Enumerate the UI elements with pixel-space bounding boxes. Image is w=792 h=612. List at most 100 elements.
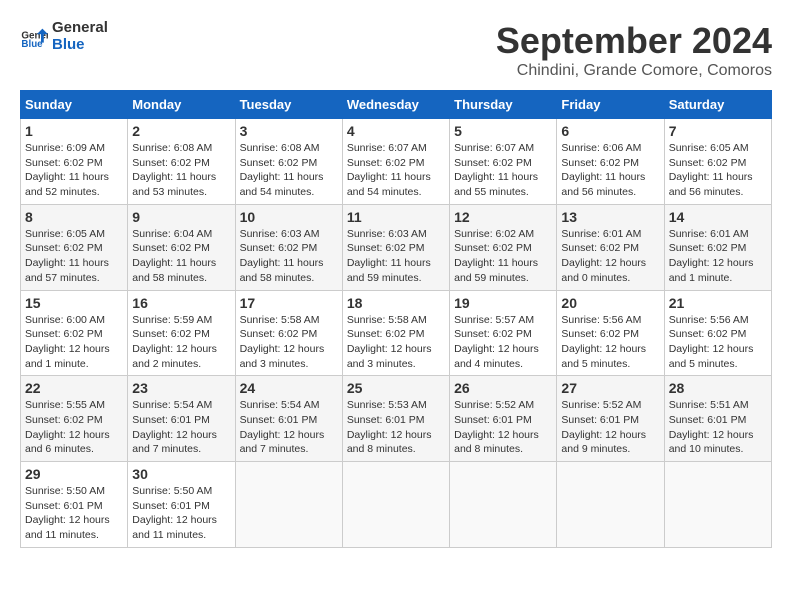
calendar-day-cell [557, 462, 664, 548]
day-info: Sunrise: 6:03 AM Sunset: 6:02 PM Dayligh… [347, 227, 445, 286]
day-number: 7 [669, 123, 767, 139]
day-number: 12 [454, 209, 552, 225]
day-number: 2 [132, 123, 230, 139]
logo-icon: General Blue [20, 23, 48, 51]
logo-blue-text: Blue [52, 37, 108, 54]
day-info: Sunrise: 6:05 AM Sunset: 6:02 PM Dayligh… [25, 227, 123, 286]
calendar-day-cell: 22 Sunrise: 5:55 AM Sunset: 6:02 PM Dayli… [21, 376, 128, 462]
day-info: Sunrise: 5:52 AM Sunset: 6:01 PM Dayligh… [454, 398, 552, 457]
day-number: 24 [240, 380, 338, 396]
calendar-day-cell: 20Sunrise: 5:56 AM Sunset: 6:02 PM Dayli… [557, 290, 664, 376]
day-info: Sunrise: 6:07 AM Sunset: 6:02 PM Dayligh… [347, 141, 445, 200]
day-info: Sunrise: 6:03 AM Sunset: 6:02 PM Dayligh… [240, 227, 338, 286]
day-info: Sunrise: 6:09 AM Sunset: 6:02 PM Dayligh… [25, 141, 123, 200]
calendar-day-cell: 23 Sunrise: 5:54 AM Sunset: 6:01 PM Dayli… [128, 376, 235, 462]
day-info: Sunrise: 5:59 AM Sunset: 6:02 PM Dayligh… [132, 313, 230, 372]
calendar-day-cell: 16Sunrise: 5:59 AM Sunset: 6:02 PM Dayli… [128, 290, 235, 376]
calendar-day-cell: 5 Sunrise: 6:07 AM Sunset: 6:02 PM Daylig… [450, 119, 557, 205]
calendar-day-cell: 30Sunrise: 5:50 AM Sunset: 6:01 PM Dayli… [128, 462, 235, 548]
calendar-day-cell: 17Sunrise: 5:58 AM Sunset: 6:02 PM Dayli… [235, 290, 342, 376]
day-number: 1 [25, 123, 123, 139]
location-title: Chindini, Grande Comore, Comoros [496, 62, 772, 80]
day-info: Sunrise: 5:58 AM Sunset: 6:02 PM Dayligh… [347, 313, 445, 372]
day-info: Sunrise: 6:05 AM Sunset: 6:02 PM Dayligh… [669, 141, 767, 200]
day-info: Sunrise: 5:50 AM Sunset: 6:01 PM Dayligh… [25, 484, 123, 543]
day-info: Sunrise: 5:51 AM Sunset: 6:01 PM Dayligh… [669, 398, 767, 457]
day-number: 8 [25, 209, 123, 225]
calendar-day-cell: 8 Sunrise: 6:05 AM Sunset: 6:02 PM Daylig… [21, 204, 128, 290]
day-info: Sunrise: 5:57 AM Sunset: 6:02 PM Dayligh… [454, 313, 552, 372]
calendar-day-cell: 10 Sunrise: 6:03 AM Sunset: 6:02 PM Dayli… [235, 204, 342, 290]
logo: General Blue General Blue [20, 20, 108, 53]
day-info: Sunrise: 5:52 AM Sunset: 6:01 PM Dayligh… [561, 398, 659, 457]
day-info: Sunrise: 6:04 AM Sunset: 6:02 PM Dayligh… [132, 227, 230, 286]
calendar-table: SundayMondayTuesdayWednesdayThursdayFrid… [20, 90, 772, 548]
page-header: General Blue General Blue September 2024… [20, 20, 772, 80]
calendar-day-cell: 9 Sunrise: 6:04 AM Sunset: 6:02 PM Daylig… [128, 204, 235, 290]
day-info: Sunrise: 5:55 AM Sunset: 6:02 PM Dayligh… [25, 398, 123, 457]
day-info: Sunrise: 6:02 AM Sunset: 6:02 PM Dayligh… [454, 227, 552, 286]
day-info: Sunrise: 6:08 AM Sunset: 6:02 PM Dayligh… [132, 141, 230, 200]
calendar-day-cell: 27 Sunrise: 5:52 AM Sunset: 6:01 PM Dayli… [557, 376, 664, 462]
weekday-header-cell: Monday [128, 91, 235, 119]
day-number: 23 [132, 380, 230, 396]
calendar-week-row: 29 Sunrise: 5:50 AM Sunset: 6:01 PM Dayli… [21, 462, 772, 548]
calendar-week-row: 1 Sunrise: 6:09 AM Sunset: 6:02 PM Daylig… [21, 119, 772, 205]
calendar-week-row: 8 Sunrise: 6:05 AM Sunset: 6:02 PM Daylig… [21, 204, 772, 290]
day-number: 27 [561, 380, 659, 396]
calendar-day-cell: 6 Sunrise: 6:06 AM Sunset: 6:02 PM Daylig… [557, 119, 664, 205]
weekday-header-row: SundayMondayTuesdayWednesdayThursdayFrid… [21, 91, 772, 119]
day-number: 13 [561, 209, 659, 225]
day-info: Sunrise: 5:50 AM Sunset: 6:01 PM Dayligh… [132, 484, 230, 543]
calendar-day-cell: 15 Sunrise: 6:00 AM Sunset: 6:02 PM Dayli… [21, 290, 128, 376]
calendar-day-cell: 12 Sunrise: 6:02 AM Sunset: 6:02 PM Dayli… [450, 204, 557, 290]
calendar-day-cell: 3Sunrise: 6:08 AM Sunset: 6:02 PM Daylig… [235, 119, 342, 205]
calendar-day-cell: 29 Sunrise: 5:50 AM Sunset: 6:01 PM Dayli… [21, 462, 128, 548]
day-number: 26 [454, 380, 552, 396]
day-number: 15 [25, 295, 123, 311]
weekday-header-cell: Thursday [450, 91, 557, 119]
month-title: September 2024 [496, 20, 772, 62]
weekday-header-cell: Saturday [664, 91, 771, 119]
calendar-day-cell: 7 Sunrise: 6:05 AM Sunset: 6:02 PM Daylig… [664, 119, 771, 205]
logo-general-text: General [52, 20, 108, 37]
day-info: Sunrise: 5:56 AM Sunset: 6:02 PM Dayligh… [561, 313, 659, 372]
calendar-day-cell: 28 Sunrise: 5:51 AM Sunset: 6:01 PM Dayli… [664, 376, 771, 462]
day-number: 10 [240, 209, 338, 225]
calendar-day-cell: 2 Sunrise: 6:08 AM Sunset: 6:02 PM Daylig… [128, 119, 235, 205]
day-info: Sunrise: 6:07 AM Sunset: 6:02 PM Dayligh… [454, 141, 552, 200]
day-number: 11 [347, 209, 445, 225]
calendar-day-cell: 4Sunrise: 6:07 AM Sunset: 6:02 PM Daylig… [342, 119, 449, 205]
day-number: 9 [132, 209, 230, 225]
day-info: Sunrise: 5:54 AM Sunset: 6:01 PM Dayligh… [132, 398, 230, 457]
calendar-day-cell: 14Sunrise: 6:01 AM Sunset: 6:02 PM Dayli… [664, 204, 771, 290]
calendar-day-cell: 18 Sunrise: 5:58 AM Sunset: 6:02 PM Dayli… [342, 290, 449, 376]
day-number: 29 [25, 466, 123, 482]
day-number: 18 [347, 295, 445, 311]
day-number: 6 [561, 123, 659, 139]
day-info: Sunrise: 5:58 AM Sunset: 6:02 PM Dayligh… [240, 313, 338, 372]
calendar-day-cell: 25Sunrise: 5:53 AM Sunset: 6:01 PM Dayli… [342, 376, 449, 462]
calendar-week-row: 15 Sunrise: 6:00 AM Sunset: 6:02 PM Dayli… [21, 290, 772, 376]
svg-text:Blue: Blue [21, 38, 43, 49]
day-info: Sunrise: 6:01 AM Sunset: 6:02 PM Dayligh… [561, 227, 659, 286]
calendar-day-cell: 26 Sunrise: 5:52 AM Sunset: 6:01 PM Dayli… [450, 376, 557, 462]
calendar-day-cell: 24Sunrise: 5:54 AM Sunset: 6:01 PM Dayli… [235, 376, 342, 462]
calendar-day-cell [235, 462, 342, 548]
calendar-body: 1 Sunrise: 6:09 AM Sunset: 6:02 PM Daylig… [21, 119, 772, 548]
day-info: Sunrise: 6:08 AM Sunset: 6:02 PM Dayligh… [240, 141, 338, 200]
day-info: Sunrise: 6:00 AM Sunset: 6:02 PM Dayligh… [25, 313, 123, 372]
day-info: Sunrise: 5:53 AM Sunset: 6:01 PM Dayligh… [347, 398, 445, 457]
day-info: Sunrise: 6:06 AM Sunset: 6:02 PM Dayligh… [561, 141, 659, 200]
day-number: 28 [669, 380, 767, 396]
weekday-header-cell: Friday [557, 91, 664, 119]
calendar-day-cell: 11 Sunrise: 6:03 AM Sunset: 6:02 PM Dayli… [342, 204, 449, 290]
day-info: Sunrise: 5:56 AM Sunset: 6:02 PM Dayligh… [669, 313, 767, 372]
day-number: 5 [454, 123, 552, 139]
calendar-day-cell: 19Sunrise: 5:57 AM Sunset: 6:02 PM Dayli… [450, 290, 557, 376]
weekday-header-cell: Wednesday [342, 91, 449, 119]
day-number: 22 [25, 380, 123, 396]
calendar-day-cell: 1 Sunrise: 6:09 AM Sunset: 6:02 PM Daylig… [21, 119, 128, 205]
calendar-day-cell [342, 462, 449, 548]
day-number: 21 [669, 295, 767, 311]
